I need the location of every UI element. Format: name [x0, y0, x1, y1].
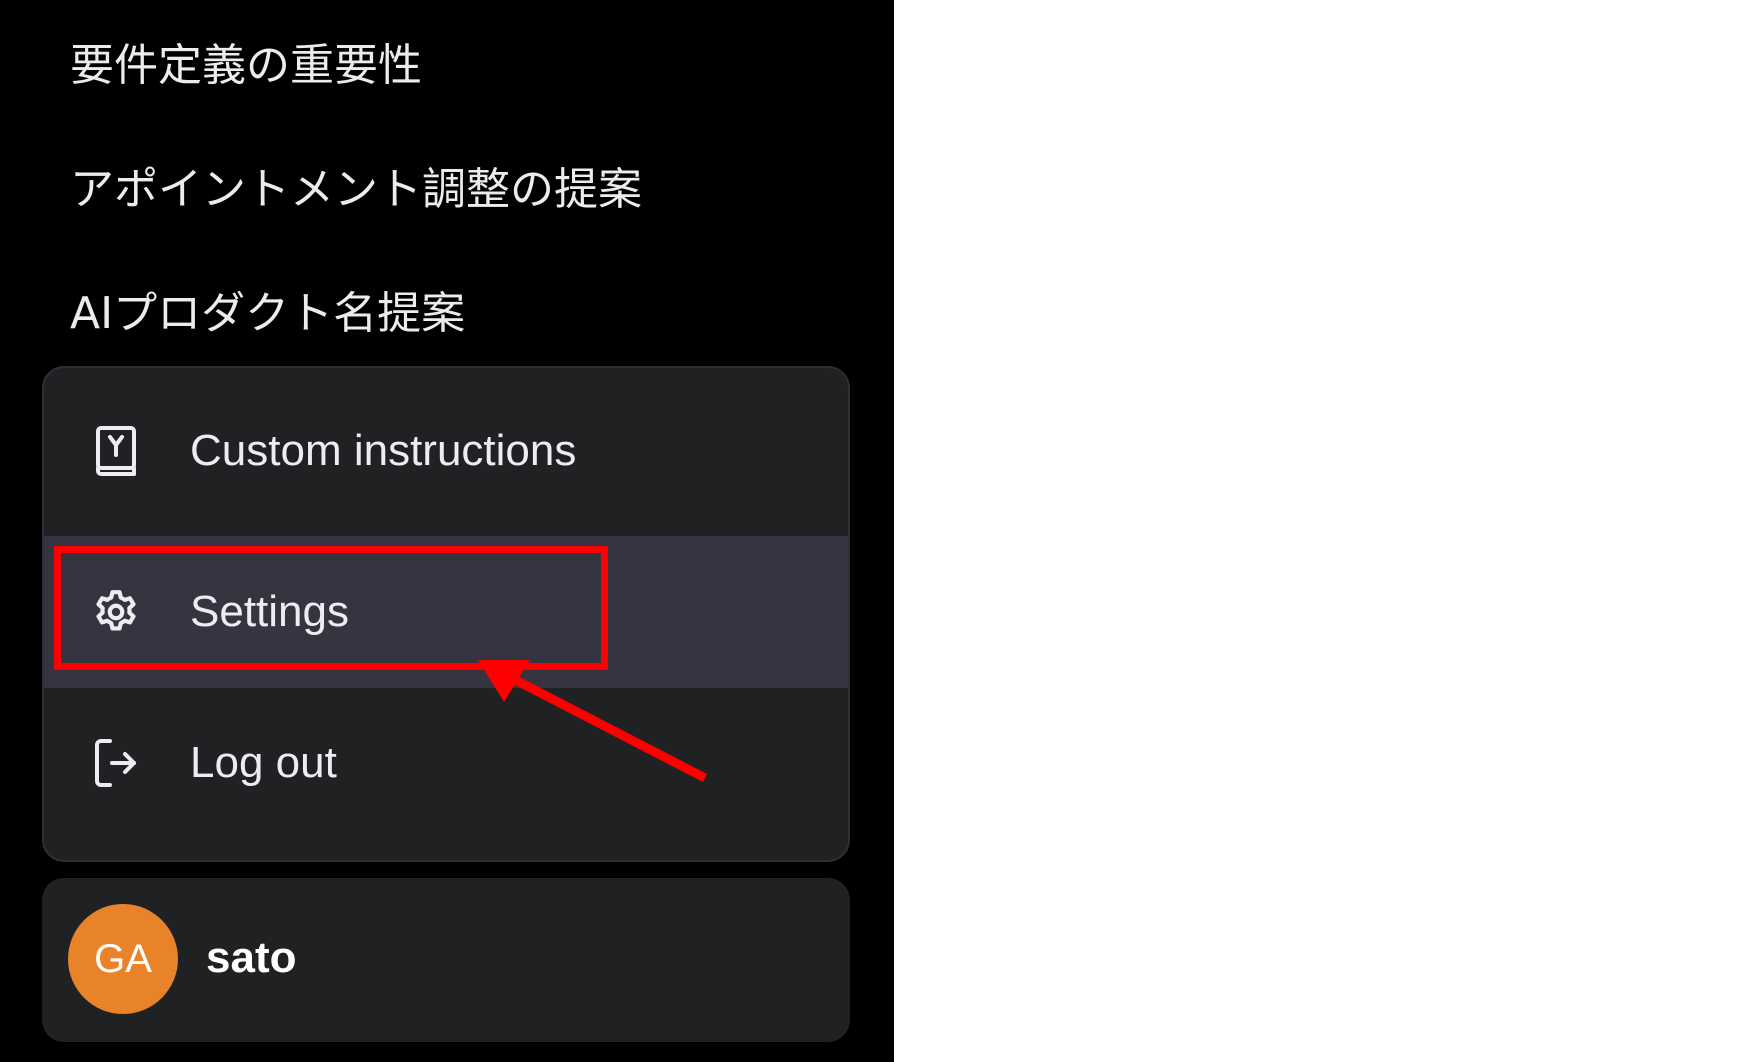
custom-instructions-label: Custom instructions	[190, 426, 577, 475]
custom-instructions-menu-item[interactable]: Custom instructions	[44, 368, 848, 534]
sidebar: 要件定義の重要性 アポイントメント調整の提案 AIプロダクト名提案 Custom…	[0, 0, 894, 1062]
user-account-button[interactable]: GA sato	[42, 878, 850, 1042]
chat-history-item[interactable]: AIプロダクト名提案	[70, 284, 465, 344]
logout-label: Log out	[190, 738, 337, 787]
gear-icon	[90, 586, 142, 638]
username: sato	[206, 933, 297, 982]
settings-label: Settings	[190, 587, 349, 636]
user-menu-popup: Custom instructions Settings Log out	[42, 366, 850, 862]
settings-menu-item[interactable]: Settings	[44, 536, 848, 688]
custom-instructions-icon	[90, 425, 142, 477]
avatar: GA	[68, 904, 178, 1014]
chat-history-item[interactable]: アポイントメント調整の提案	[70, 160, 642, 220]
chat-history-item[interactable]: 要件定義の重要性	[70, 36, 422, 96]
logout-menu-item[interactable]: Log out	[44, 688, 848, 838]
logout-icon	[90, 737, 142, 789]
